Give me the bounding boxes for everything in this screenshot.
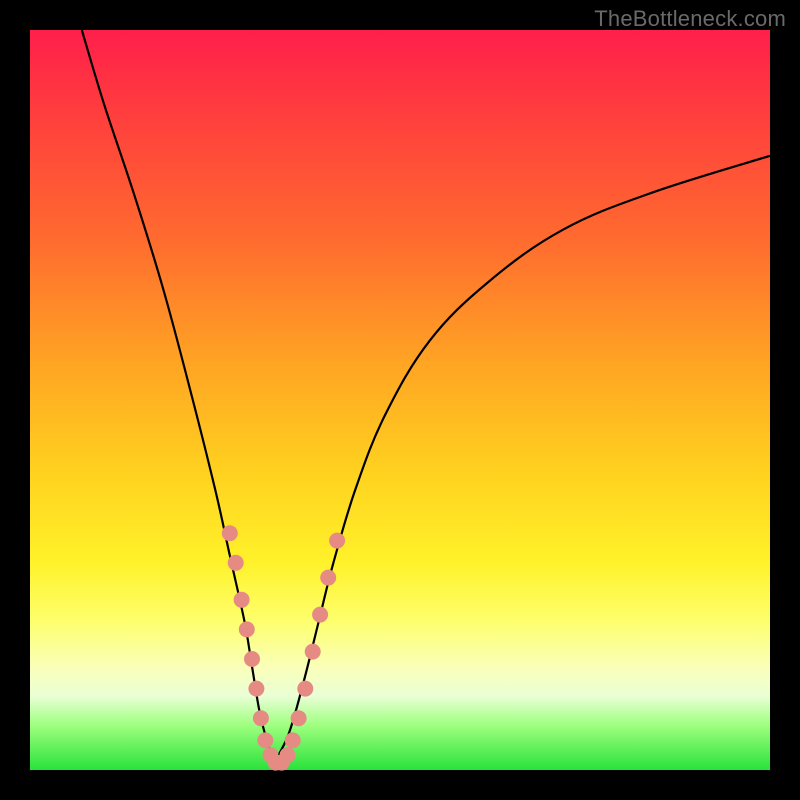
bead-marker — [305, 644, 321, 660]
bead-marker — [228, 555, 244, 571]
bead-marker — [239, 621, 255, 637]
highlight-beads — [222, 525, 345, 770]
bead-marker — [312, 607, 328, 623]
chart-svg — [30, 30, 770, 770]
curve-right-branch — [274, 156, 770, 763]
bead-marker — [291, 710, 307, 726]
bead-marker — [280, 747, 296, 763]
bead-marker — [248, 681, 264, 697]
bead-marker — [244, 651, 260, 667]
bead-marker — [253, 710, 269, 726]
curve-left-branch — [82, 30, 274, 763]
bead-marker — [297, 681, 313, 697]
bead-marker — [234, 592, 250, 608]
outer-frame: TheBottleneck.com — [0, 0, 800, 800]
plot-area — [30, 30, 770, 770]
bead-marker — [329, 533, 345, 549]
bead-marker — [320, 570, 336, 586]
watermark-label: TheBottleneck.com — [594, 6, 786, 32]
bead-marker — [222, 525, 238, 541]
bead-marker — [257, 732, 273, 748]
bead-marker — [285, 732, 301, 748]
